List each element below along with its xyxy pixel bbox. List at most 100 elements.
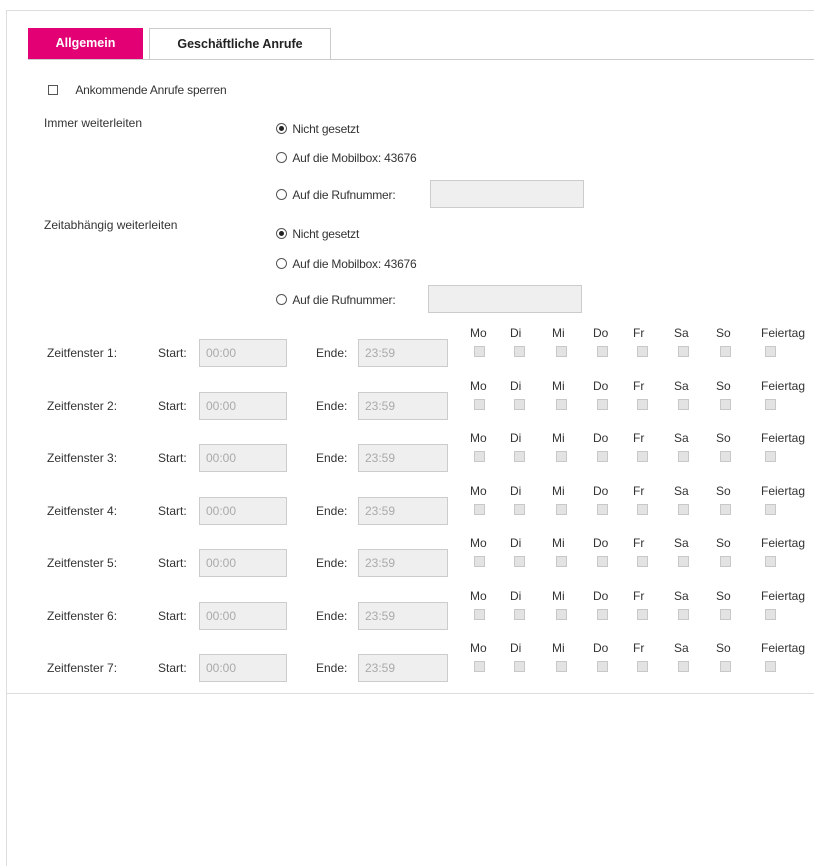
day-checkbox[interactable] (765, 451, 776, 462)
day-checkbox[interactable] (720, 399, 731, 410)
day-checkbox[interactable] (556, 399, 567, 410)
day-checkbox[interactable] (720, 451, 731, 462)
always-forward-radio-mobilbox[interactable] (276, 152, 287, 164)
day-label: Feiertag (761, 536, 806, 550)
day-checkbox[interactable] (474, 346, 485, 357)
day-label: Do (593, 326, 609, 340)
day-label: Di (510, 379, 522, 393)
day-checkbox[interactable] (637, 661, 648, 672)
day-checkbox[interactable] (597, 609, 608, 620)
day-checkbox[interactable] (678, 661, 689, 672)
day-checkbox[interactable] (514, 399, 525, 410)
day-checkbox[interactable] (514, 504, 525, 515)
start-time-input[interactable]: 00:00 (199, 654, 287, 682)
day-label: Mi (552, 431, 565, 445)
start-time-input[interactable]: 00:00 (199, 392, 287, 420)
always-forward-radio-not-set[interactable] (276, 123, 287, 135)
day-checkbox[interactable] (474, 451, 485, 462)
always-forward-number-input[interactable] (430, 180, 584, 208)
day-checkbox[interactable] (474, 556, 485, 567)
always-forward-label: Immer weiterleiten (44, 116, 143, 130)
time-forward-radio-not-set[interactable] (276, 228, 287, 240)
day-checkbox[interactable] (597, 556, 608, 567)
day-checkbox[interactable] (678, 399, 689, 410)
day-checkbox[interactable] (637, 451, 648, 462)
day-checkbox[interactable] (597, 399, 608, 410)
day-checkbox[interactable] (765, 504, 776, 515)
day-checkbox[interactable] (765, 609, 776, 620)
day-checkbox[interactable] (637, 609, 648, 620)
day-checkbox[interactable] (556, 609, 567, 620)
day-label: Do (593, 589, 609, 603)
time-forward-option-number[interactable]: Auf die Rufnummer: (276, 292, 396, 307)
start-time-input[interactable]: 00:00 (199, 339, 287, 367)
day-checkbox[interactable] (637, 556, 648, 567)
end-time-input[interactable]: 23:59 (358, 654, 448, 682)
day-checkbox[interactable] (514, 346, 525, 357)
day-checkbox[interactable] (556, 556, 567, 567)
day-checkbox[interactable] (720, 556, 731, 567)
end-time-input[interactable]: 23:59 (358, 339, 448, 367)
time-forward-radio-number[interactable] (276, 294, 287, 306)
end-time-input[interactable]: 23:59 (358, 602, 448, 630)
time-forward-option-mobilbox[interactable]: Auf die Mobilbox: 43676 (276, 256, 417, 271)
always-forward-option-mobilbox[interactable]: Auf die Mobilbox: 43676 (276, 150, 417, 165)
start-time-input[interactable]: 00:00 (199, 444, 287, 472)
day-checkbox[interactable] (597, 451, 608, 462)
tab-geschaeftliche-anrufe[interactable]: Geschäftliche Anrufe (149, 28, 331, 60)
day-checkbox[interactable] (637, 346, 648, 357)
day-label: Di (510, 484, 522, 498)
always-forward-option-number[interactable]: Auf die Rufnummer: (276, 187, 396, 202)
day-checkbox[interactable] (514, 451, 525, 462)
day-checkbox[interactable] (597, 346, 608, 357)
day-checkbox[interactable] (637, 399, 648, 410)
start-time-input[interactable]: 00:00 (199, 602, 287, 630)
day-checkbox[interactable] (720, 504, 731, 515)
day-checkbox[interactable] (474, 504, 485, 515)
day-checkbox[interactable] (678, 504, 689, 515)
day-checkbox[interactable] (765, 661, 776, 672)
day-checkbox[interactable] (678, 451, 689, 462)
day-checkbox[interactable] (556, 661, 567, 672)
end-time-input[interactable]: 23:59 (358, 549, 448, 577)
day-checkbox[interactable] (474, 399, 485, 410)
day-checkbox[interactable] (597, 661, 608, 672)
day-checkbox[interactable] (556, 451, 567, 462)
day-checkbox[interactable] (556, 504, 567, 515)
day-checkbox[interactable] (765, 346, 776, 357)
day-checkbox[interactable] (637, 504, 648, 515)
block-incoming-checkbox[interactable] (48, 84, 58, 95)
day-checkbox[interactable] (765, 399, 776, 410)
day-label: Feiertag (761, 641, 806, 655)
start-time-input[interactable]: 00:00 (199, 497, 287, 525)
start-time-input[interactable]: 00:00 (199, 549, 287, 577)
day-checkbox[interactable] (474, 661, 485, 672)
always-forward-option-not-set[interactable]: Nicht gesetzt (276, 121, 359, 136)
day-checkbox[interactable] (678, 609, 689, 620)
day-checkbox[interactable] (474, 609, 485, 620)
day-checkbox[interactable] (597, 504, 608, 515)
day-checkbox[interactable] (720, 609, 731, 620)
end-time-input[interactable]: 23:59 (358, 497, 448, 525)
day-checkbox[interactable] (678, 556, 689, 567)
end-time-input[interactable]: 23:59 (358, 392, 448, 420)
day-checkbox[interactable] (514, 556, 525, 567)
time-forward-radio-mobilbox[interactable] (276, 258, 287, 270)
always-forward-radio-number[interactable] (276, 189, 287, 201)
day-checkbox[interactable] (514, 609, 525, 620)
day-label: Fr (633, 536, 645, 550)
day-checkbox[interactable] (765, 556, 776, 567)
time-forward-number-input[interactable] (428, 285, 582, 313)
day-checkbox[interactable] (720, 661, 731, 672)
day-checkbox[interactable] (556, 346, 567, 357)
day-checkbox[interactable] (678, 346, 689, 357)
day-label: Mo (470, 379, 487, 393)
day-checkbox[interactable] (514, 661, 525, 672)
day-label: Sa (674, 326, 689, 340)
tab-allgemein[interactable]: Allgemein (28, 28, 143, 59)
end-time-input[interactable]: 23:59 (358, 444, 448, 472)
day-label: Fr (633, 641, 645, 655)
day-checkbox[interactable] (720, 346, 731, 357)
time-forward-option-not-set[interactable]: Nicht gesetzt (276, 226, 359, 241)
block-incoming-row: Ankommende Anrufe sperren (48, 82, 227, 97)
